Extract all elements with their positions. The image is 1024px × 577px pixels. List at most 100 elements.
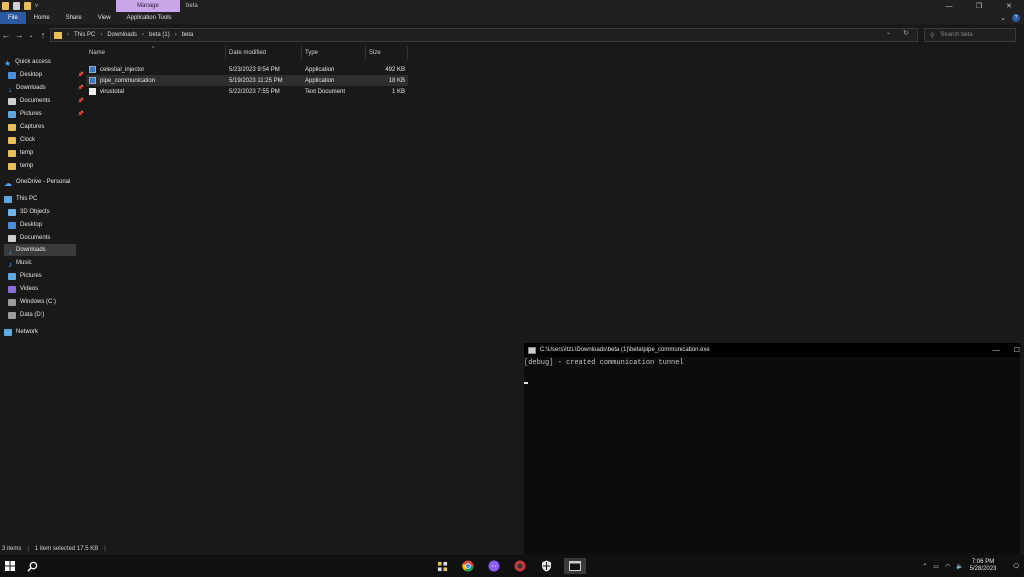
address-dropdown-icon[interactable]: ⌄ [886, 29, 891, 36]
notifications-icon[interactable]: 🗨 [1012, 563, 1020, 570]
up-icon[interactable]: ↑ [37, 28, 49, 42]
recent-locations-icon[interactable]: ⌄ [25, 28, 37, 42]
folder-icon [8, 123, 16, 131]
chevron-right-icon[interactable]: › [100, 32, 102, 38]
start-windows-icon[interactable] [2, 558, 18, 574]
console-title-bar[interactable]: C:\Users\ItzL\Downloads\beta (1)\beta\pi… [524, 343, 1020, 357]
folder-icon [8, 162, 16, 170]
clock-date: 5/28/2023 [969, 566, 997, 572]
text-document-icon [89, 88, 96, 95]
nav-data-d[interactable]: Data (D:) [8, 309, 86, 321]
maximize-button[interactable]: ❐ [964, 0, 994, 12]
nav-label: Windows (C:) [20, 299, 57, 305]
column-header-size[interactable]: Size [366, 46, 408, 60]
nav-pictures[interactable]: Pictures 📌 [8, 108, 86, 120]
tab-home[interactable]: Home [26, 12, 58, 24]
nav-label: Captures [20, 124, 45, 130]
nav-3d-objects[interactable]: 3D Objects [8, 206, 86, 218]
nav-videos[interactable]: Videos [8, 283, 86, 295]
security-shield-icon[interactable] [538, 558, 554, 574]
pin-icon: 📌 [77, 85, 84, 91]
nav-quick-access[interactable]: ★ Quick access [4, 56, 82, 68]
breadcrumb-this-pc[interactable]: This PC [74, 32, 95, 38]
nav-pc-desktop[interactable]: Desktop [8, 219, 86, 231]
file-size: 492 KB [385, 66, 405, 73]
clock[interactable]: 7:06 PM 5/28/2023 [970, 559, 997, 573]
task-view-icon[interactable] [434, 558, 450, 574]
pin-icon: 📌 [77, 72, 84, 78]
column-headers: Name Date modified Type Size [86, 46, 408, 60]
wifi-icon[interactable]: ◠ [945, 563, 950, 570]
nav-temp[interactable]: temp [8, 147, 86, 159]
application-icon [89, 66, 96, 73]
column-header-type[interactable]: Type [302, 46, 366, 60]
file-size: 18 KB [388, 77, 405, 84]
breadcrumb-beta[interactable]: beta [182, 32, 194, 38]
expand-ribbon-icon[interactable]: ⌄ [1000, 14, 1006, 22]
file-row[interactable]: virustotal 5/22/2023 7:55 PM Text Docume… [86, 86, 408, 97]
breadcrumb-downloads[interactable]: Downloads [107, 32, 137, 38]
chevron-right-icon[interactable]: › [175, 32, 177, 38]
context-tab-manage[interactable]: Manage [116, 0, 180, 12]
minimize-button[interactable]: — [934, 0, 964, 12]
app-icon[interactable] [512, 558, 528, 574]
nav-label: Data (D:) [20, 312, 45, 318]
messenger-icon[interactable] [486, 558, 502, 574]
customize-qat-caret[interactable]: v [35, 3, 38, 9]
nav-this-pc[interactable]: This PC [4, 193, 82, 205]
breadcrumb-beta-1[interactable]: beta (1) [149, 32, 170, 38]
file-type: Text Document [305, 88, 346, 95]
chevron-right-icon[interactable]: › [67, 32, 69, 38]
nav-network[interactable]: Network [4, 326, 82, 338]
forward-icon[interactable]: → [13, 28, 25, 42]
nav-downloads[interactable]: ↓ Downloads 📌 [8, 82, 86, 94]
back-icon[interactable]: ← [0, 28, 12, 42]
nav-pc-pictures[interactable]: Pictures [8, 270, 86, 282]
help-icon[interactable]: ? [1012, 14, 1020, 22]
nav-temp-2[interactable]: temp [8, 160, 86, 172]
file-type: Application [305, 66, 335, 73]
column-header-name[interactable]: Name [86, 46, 226, 60]
nav-captures[interactable]: Captures [8, 121, 86, 133]
network-icon [4, 328, 12, 336]
tab-share[interactable]: Share [58, 12, 90, 24]
chrome-icon[interactable] [460, 558, 476, 574]
tab-view[interactable]: View [90, 12, 119, 24]
network-status-icon[interactable]: ▭ [933, 563, 939, 570]
nav-pc-downloads[interactable]: ↓ Downloads [4, 244, 76, 256]
file-row-selected[interactable]: pipe_communication 5/19/2023 11:25 PM Ap… [86, 75, 408, 86]
tab-application-tools[interactable]: Application Tools [119, 12, 180, 24]
pin-icon: 📌 [77, 111, 84, 117]
address-bar[interactable]: › This PC › Downloads › beta (1) › beta [50, 28, 918, 42]
download-arrow-icon: ↓ [8, 246, 12, 256]
nav-documents[interactable]: Documents 📌 [8, 95, 86, 107]
console-taskbar-icon[interactable] [564, 558, 586, 574]
nav-music[interactable]: ♪ Music [8, 257, 86, 269]
console-minimize-button[interactable]: — [993, 347, 1000, 354]
new-folder-icon[interactable] [24, 2, 31, 10]
pin-icon: 📌 [77, 98, 84, 104]
file-name: pipe_communication [100, 77, 156, 84]
nav-onedrive[interactable]: ☁ OneDrive - Personal [4, 176, 82, 188]
nav-windows-c[interactable]: Windows (C:) [8, 296, 86, 308]
nav-clock[interactable]: Clock [8, 134, 86, 146]
close-button[interactable]: ✕ [994, 0, 1024, 12]
chevron-right-icon[interactable]: › [142, 32, 144, 38]
refresh-icon[interactable]: ↻ [903, 29, 909, 37]
tab-file[interactable]: File [0, 12, 26, 24]
nav-pc-documents[interactable]: Documents [8, 232, 86, 244]
volume-icon[interactable]: 🔈 [956, 563, 963, 570]
nav-label: temp [20, 150, 34, 156]
file-name: celestial_injector [100, 66, 145, 73]
nav-desktop[interactable]: Desktop 📌 [8, 69, 86, 81]
column-header-date[interactable]: Date modified [226, 46, 302, 60]
properties-icon[interactable] [13, 2, 20, 10]
search-icon[interactable] [24, 558, 40, 574]
console-maximize-button[interactable]: ☐ [1014, 346, 1020, 354]
chevron-up-icon[interactable]: ⌃ [922, 563, 927, 570]
console-window[interactable] [524, 343, 1020, 555]
pictures-icon [8, 110, 16, 118]
search-input[interactable]: ⚲ Search beta [924, 28, 1016, 42]
file-row[interactable]: celestial_injector 5/23/2023 9:54 PM App… [86, 64, 408, 75]
file-name: virustotal [100, 88, 125, 95]
